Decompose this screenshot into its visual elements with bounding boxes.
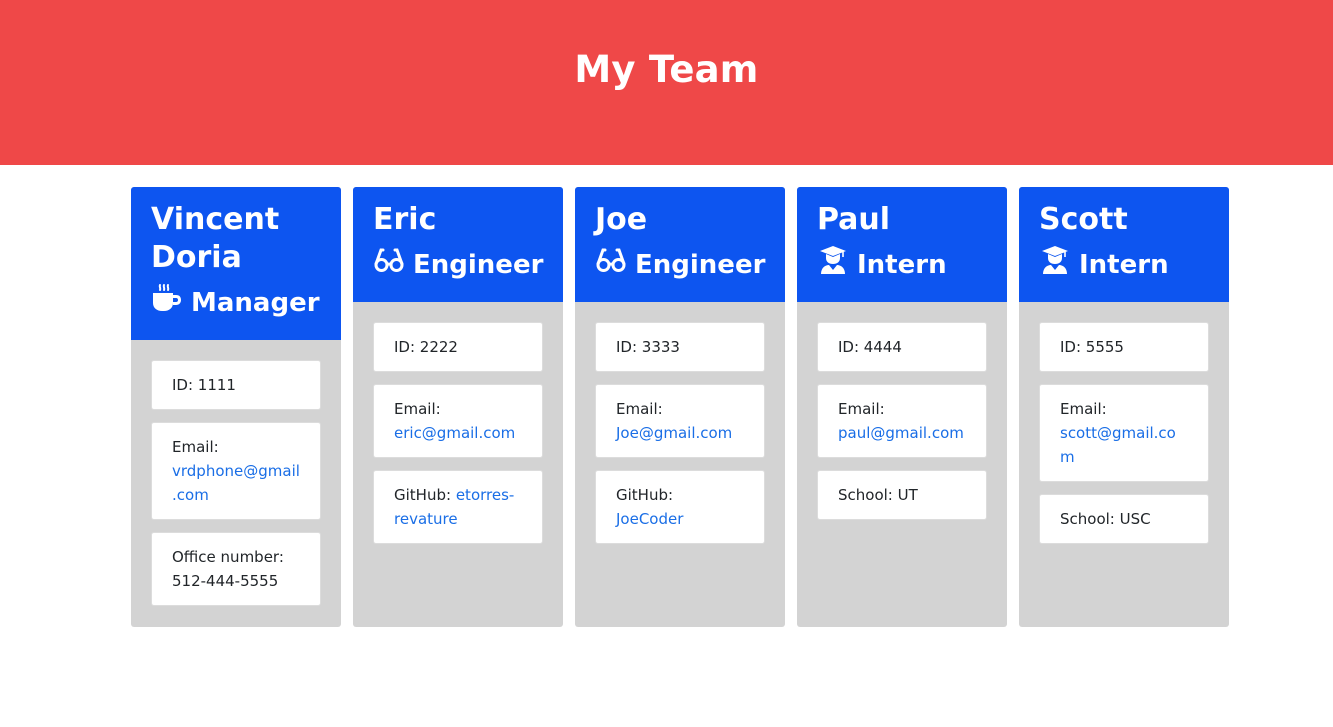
email-label: Email: xyxy=(838,400,885,418)
employee-card-intern: Scott Intern ID: 5555 Email: scott@gmail… xyxy=(1019,187,1229,627)
employee-email: Email: eric@gmail.com xyxy=(373,384,543,458)
github-link[interactable]: JoeCoder xyxy=(616,510,683,528)
coffee-icon xyxy=(151,283,183,322)
employee-github: GitHub: JoeCoder xyxy=(595,470,765,544)
employee-school: School: USC xyxy=(1039,494,1209,544)
school-label: School: xyxy=(838,486,893,504)
card-header: Eric Engineer xyxy=(353,187,563,302)
employee-role: Intern xyxy=(817,245,987,284)
team-cards: Vincent Doria Manager ID: 1111 Email: vr… xyxy=(131,187,1229,627)
role-label: Intern xyxy=(1079,249,1169,280)
page-header: My Team xyxy=(0,0,1333,165)
employee-role: Intern xyxy=(1039,245,1209,284)
card-body: ID: 3333 Email: Joe@gmail.com GitHub: Jo… xyxy=(575,302,785,576)
glasses-icon xyxy=(595,245,627,284)
employee-card-manager: Vincent Doria Manager ID: 1111 Email: vr… xyxy=(131,187,341,627)
card-header: Joe Engineer xyxy=(575,187,785,302)
email-link[interactable]: Joe@gmail.com xyxy=(616,424,732,442)
employee-name: Scott xyxy=(1039,202,1128,237)
employee-email: Email: paul@gmail.com xyxy=(817,384,987,458)
card-body: ID: 1111 Email: vrdphone@gmail.com Offic… xyxy=(131,340,341,627)
employee-id: ID: 4444 xyxy=(817,322,987,372)
employee-email: Email: scott@gmail.com xyxy=(1039,384,1209,482)
employee-name: Eric xyxy=(373,202,437,237)
employee-name: Vincent Doria xyxy=(151,202,280,275)
page-title: My Team xyxy=(574,48,759,91)
email-link[interactable]: eric@gmail.com xyxy=(394,424,515,442)
employee-role: Engineer xyxy=(595,245,765,284)
card-body: ID: 5555 Email: scott@gmail.com School: … xyxy=(1019,302,1229,576)
card-header: Paul Intern xyxy=(797,187,1007,302)
email-label: Email: xyxy=(616,400,663,418)
graduate-icon xyxy=(817,245,849,284)
school-value: UT xyxy=(897,486,918,504)
email-link[interactable]: paul@gmail.com xyxy=(838,424,964,442)
employee-github: GitHub: etorres-revature xyxy=(373,470,543,544)
role-label: Engineer xyxy=(413,249,544,280)
employee-card-engineer: Joe Engineer ID: 3333 Email: Joe@gmail.c… xyxy=(575,187,785,627)
employee-office-number: Office number: 512-444-5555 xyxy=(151,532,321,606)
glasses-icon xyxy=(373,245,405,284)
employee-school: School: UT xyxy=(817,470,987,520)
employee-email: Email: Joe@gmail.com xyxy=(595,384,765,458)
email-label: Email: xyxy=(1060,400,1107,418)
employee-id: ID: 2222 xyxy=(373,322,543,372)
employee-name: Joe xyxy=(595,202,648,237)
email-label: Email: xyxy=(394,400,441,418)
card-body: ID: 4444 Email: paul@gmail.com School: U… xyxy=(797,302,1007,552)
role-label: Manager xyxy=(191,287,320,318)
card-header: Scott Intern xyxy=(1019,187,1229,302)
employee-name: Paul xyxy=(817,202,891,237)
github-label: GitHub: xyxy=(394,486,452,504)
role-label: Engineer xyxy=(635,249,766,280)
email-link[interactable]: vrdphone@gmail.com xyxy=(172,462,300,504)
employee-email: Email: vrdphone@gmail.com xyxy=(151,422,321,520)
employee-id: ID: 1111 xyxy=(151,360,321,410)
employee-role: Manager xyxy=(151,283,321,322)
github-label: GitHub: xyxy=(616,486,674,504)
school-label: School: xyxy=(1060,510,1115,528)
employee-id: ID: 3333 xyxy=(595,322,765,372)
graduate-icon xyxy=(1039,245,1071,284)
email-link[interactable]: scott@gmail.com xyxy=(1060,424,1176,466)
card-body: ID: 2222 Email: eric@gmail.com GitHub: e… xyxy=(353,302,563,576)
office-number-value: 512-444-5555 xyxy=(172,572,279,590)
employee-role: Engineer xyxy=(373,245,543,284)
role-label: Intern xyxy=(857,249,947,280)
employee-id: ID: 5555 xyxy=(1039,322,1209,372)
card-header: Vincent Doria Manager xyxy=(131,187,341,340)
employee-card-intern: Paul Intern ID: 4444 Email: paul@gmail.c… xyxy=(797,187,1007,627)
email-label: Email: xyxy=(172,438,219,456)
school-value: USC xyxy=(1119,510,1151,528)
employee-card-engineer: Eric Engineer ID: 2222 Email: eric@gmail… xyxy=(353,187,563,627)
office-number-label: Office number: xyxy=(172,548,284,566)
